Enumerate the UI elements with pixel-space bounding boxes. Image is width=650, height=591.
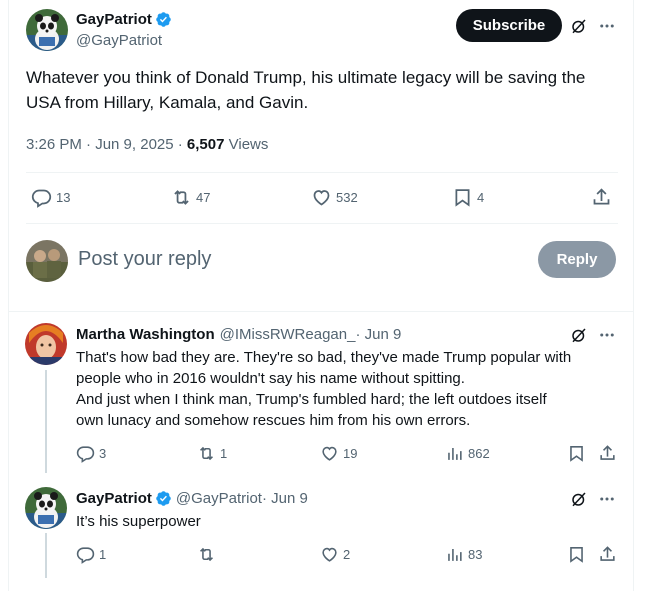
repost-action[interactable]: 1 <box>197 444 227 463</box>
views-count: 862 <box>468 446 490 461</box>
grok-icon[interactable] <box>569 325 589 345</box>
heart-icon <box>313 190 330 206</box>
divider <box>26 223 618 224</box>
share-icon <box>593 188 610 205</box>
reply-composer: Post your reply Reply <box>9 230 633 292</box>
verified-badge-icon[interactable] <box>155 490 172 507</box>
subscribe-button[interactable]: Subscribe <box>456 9 562 42</box>
repost-count: 1 <box>220 446 228 461</box>
repost-icon <box>200 446 213 461</box>
like-action[interactable]: 19 <box>320 444 357 463</box>
author-name[interactable]: Martha Washington <box>76 326 215 343</box>
bookmark-action[interactable] <box>567 545 586 564</box>
author-name-line[interactable]: GayPatriot @GayPatriot · Jun 9 <box>76 490 308 507</box>
author-name[interactable]: GayPatriot <box>76 11 152 28</box>
like-count: 532 <box>336 190 358 205</box>
reply-button[interactable]: Reply <box>538 241 616 278</box>
avatar[interactable] <box>25 487 67 529</box>
reply-input[interactable]: Post your reply <box>78 248 211 271</box>
views-action[interactable]: 83 <box>445 545 482 564</box>
repost-action[interactable] <box>197 545 220 564</box>
reply-action[interactable]: 1 <box>76 545 106 564</box>
more-icon[interactable] <box>597 489 617 509</box>
reply-text: It’s his superpower <box>76 511 621 532</box>
repost-count: 47 <box>196 190 211 205</box>
tweet-text: Whatever you think of Donald Trump, his … <box>26 68 586 112</box>
reply-tweet[interactable]: GayPatriot @GayPatriot · Jun 9 It’s his … <box>9 478 633 591</box>
reply-text-line: And just when I think man, Trump's fumbl… <box>76 391 547 408</box>
reply-action[interactable]: 13 <box>31 187 70 208</box>
author-handle[interactable]: @GayPatriot <box>176 490 262 507</box>
reply-text-line: That's how bad they are. They're so bad,… <box>76 349 572 366</box>
speech-bubble-icon <box>76 446 95 463</box>
bookmark-count: 4 <box>477 190 485 205</box>
bookmark-icon <box>455 189 470 207</box>
views-count: 83 <box>468 547 483 562</box>
divider <box>26 172 618 173</box>
like-count: 2 <box>343 547 351 562</box>
author-name-line[interactable]: GayPatriot <box>76 11 172 28</box>
repost-action[interactable]: 47 <box>171 187 210 208</box>
repost-icon <box>174 190 189 205</box>
views-count: 6,507 <box>186 136 225 153</box>
tweet-meta: 3:26 PM · Jun 9, 2025 · 6,507 Views <box>26 136 268 153</box>
bookmark-action[interactable] <box>567 444 586 463</box>
thread-line <box>45 533 47 578</box>
like-action[interactable]: 532 <box>311 187 358 208</box>
reply-text: That's how bad they are. They're so bad,… <box>76 347 621 431</box>
reply-count: 1 <box>99 547 107 562</box>
author-name-line[interactable]: Martha Washington @IMissRWReagan_ · Jun … <box>76 326 401 343</box>
share-action[interactable] <box>598 545 617 564</box>
timeline-frame: GayPatriot @GayPatriot Subscribe Whateve… <box>8 0 634 591</box>
reply-count: 13 <box>56 190 71 205</box>
views-action[interactable]: 862 <box>445 444 490 463</box>
more-icon[interactable] <box>597 16 617 36</box>
current-user-avatar[interactable] <box>26 240 68 282</box>
reply-timestamp[interactable]: · Jun 9 <box>262 490 308 507</box>
reply-count: 3 <box>99 446 107 461</box>
views-label: Views <box>224 136 269 153</box>
thread-line <box>45 370 47 473</box>
heart-icon <box>322 547 337 562</box>
grok-icon[interactable] <box>569 489 589 509</box>
tweet-timestamp[interactable]: 3:26 PM · Jun 9, 2025 · <box>26 136 187 153</box>
reply-tweet[interactable]: Martha Washington @IMissRWReagan_ · Jun … <box>9 313 633 478</box>
reply-action[interactable]: 3 <box>76 444 106 463</box>
like-count: 19 <box>343 446 358 461</box>
reply-text-line: people who in 2016 wouldn't say his name… <box>76 370 465 387</box>
bar-chart-icon <box>448 447 462 460</box>
bar-chart-icon <box>448 548 462 561</box>
speech-bubble-icon <box>31 189 52 208</box>
more-icon[interactable] <box>597 325 617 345</box>
share-icon <box>600 546 615 561</box>
speech-bubble-icon <box>76 547 95 564</box>
author-handle[interactable]: @IMissRWReagan_ <box>220 326 356 343</box>
verified-badge-icon[interactable] <box>155 11 172 28</box>
author-handle-line: @GayPatriot <box>76 32 162 49</box>
avatar[interactable] <box>26 9 68 51</box>
reply-text-line: It’s his superpower <box>76 513 201 530</box>
share-icon <box>600 445 615 460</box>
share-action[interactable] <box>591 187 612 208</box>
bookmark-icon <box>570 546 583 563</box>
grok-icon[interactable] <box>569 16 589 36</box>
reply-text-line: own lunacy and somehow rescues him from … <box>76 412 471 429</box>
bookmark-icon <box>570 445 583 462</box>
repost-icon <box>200 547 213 562</box>
main-tweet: GayPatriot @GayPatriot Subscribe Whateve… <box>9 0 633 312</box>
like-action[interactable]: 2 <box>320 545 350 564</box>
avatar[interactable] <box>25 323 67 365</box>
author-name[interactable]: GayPatriot <box>76 490 152 507</box>
author-handle[interactable]: @GayPatriot <box>76 32 162 49</box>
heart-icon <box>322 446 337 461</box>
bookmark-action[interactable]: 4 <box>452 187 484 208</box>
share-action[interactable] <box>598 444 617 463</box>
reply-timestamp[interactable]: · Jun 9 <box>355 326 401 343</box>
